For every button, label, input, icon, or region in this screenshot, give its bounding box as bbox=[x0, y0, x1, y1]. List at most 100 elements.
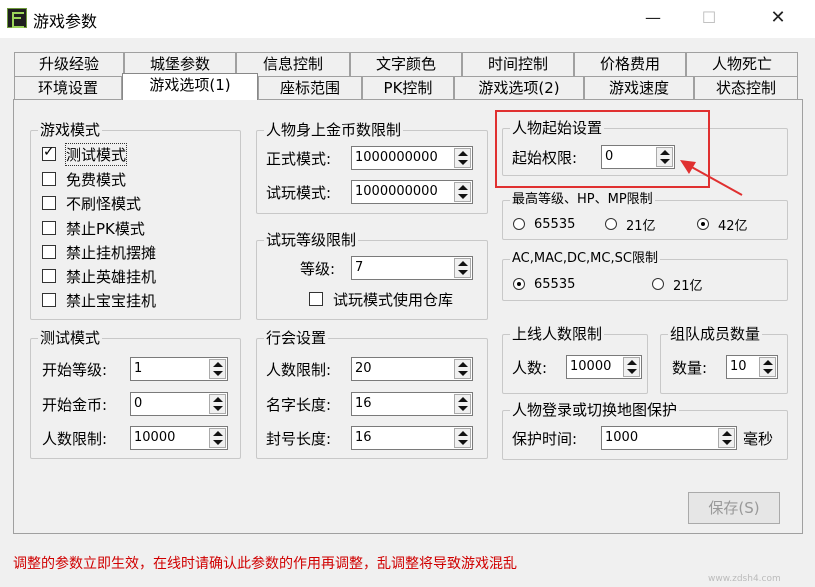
spin-buttons[interactable] bbox=[454, 148, 471, 168]
trial-gold-stepper[interactable]: 1000000000 bbox=[351, 180, 473, 204]
spin-up-icon[interactable] bbox=[627, 360, 637, 365]
trial-gold-value[interactable]: 1000000000 bbox=[355, 183, 438, 201]
close-button[interactable]: ✕ bbox=[755, 0, 801, 38]
spin-buttons[interactable] bbox=[454, 258, 471, 278]
spin-up-icon[interactable] bbox=[213, 397, 223, 402]
formal-gold-value[interactable]: 1000000000 bbox=[355, 149, 438, 167]
formal-gold-stepper[interactable]: 1000000000 bbox=[351, 146, 473, 170]
guild-seal-length-value[interactable]: 16 bbox=[355, 429, 372, 447]
start-level-value[interactable]: 1 bbox=[134, 360, 142, 378]
radio-ac-21yi[interactable]: 21亿 bbox=[652, 273, 703, 295]
spin-buttons[interactable] bbox=[454, 359, 471, 379]
tab-environment[interactable]: 环境设置 bbox=[14, 76, 122, 100]
spin-up-icon[interactable] bbox=[213, 362, 223, 367]
radio-ac-65535[interactable]: 65535 bbox=[513, 273, 575, 295]
maximize-button[interactable]: ☐ bbox=[686, 0, 732, 38]
checkbox-no-hero-afk[interactable]: 禁止英雄挂机 bbox=[42, 265, 156, 287]
radio-button[interactable] bbox=[697, 218, 709, 230]
spin-buttons[interactable] bbox=[209, 394, 226, 414]
radio-button[interactable] bbox=[652, 278, 664, 290]
checkbox-no-pk[interactable]: 禁止PK模式 bbox=[42, 217, 145, 239]
tab-text-color[interactable]: 文字颜色 bbox=[350, 52, 462, 76]
start-gold-value[interactable]: 0 bbox=[134, 395, 142, 413]
spin-buttons[interactable] bbox=[209, 359, 226, 379]
spin-down-icon[interactable] bbox=[458, 371, 468, 376]
spin-down-icon[interactable] bbox=[458, 194, 468, 199]
spin-buttons[interactable] bbox=[454, 428, 471, 448]
tab-price-fees[interactable]: 价格费用 bbox=[574, 52, 686, 76]
team-size-stepper[interactable]: 10 bbox=[726, 355, 778, 379]
tab-status-control[interactable]: 状态控制 bbox=[694, 76, 798, 100]
tab-game-options-2[interactable]: 游戏选项(2) bbox=[454, 76, 584, 100]
checkbox-box[interactable] bbox=[42, 144, 56, 161]
guild-name-length-stepper[interactable]: 16 bbox=[351, 392, 473, 416]
test-limit-stepper[interactable]: 10000 bbox=[130, 426, 228, 450]
spin-buttons[interactable] bbox=[209, 428, 226, 448]
radio-max-42yi[interactable]: 42亿 bbox=[697, 213, 748, 235]
protect-time-value[interactable]: 1000 bbox=[605, 429, 638, 447]
spin-up-icon[interactable] bbox=[763, 360, 773, 365]
spin-down-icon[interactable] bbox=[213, 440, 223, 445]
guild-limit-value[interactable]: 20 bbox=[355, 360, 372, 378]
checkbox-box[interactable] bbox=[42, 245, 56, 259]
checkbox-box[interactable] bbox=[42, 293, 56, 307]
checkbox-box[interactable] bbox=[42, 269, 56, 283]
spin-buttons[interactable] bbox=[454, 394, 471, 414]
online-count-value[interactable]: 10000 bbox=[570, 358, 611, 376]
checkbox-box[interactable] bbox=[42, 196, 56, 210]
tab-coordinate-range[interactable]: 座标范围 bbox=[258, 76, 362, 100]
spin-up-icon[interactable] bbox=[458, 362, 468, 367]
spin-buttons[interactable] bbox=[623, 357, 640, 377]
radio-button[interactable] bbox=[605, 218, 617, 230]
trial-level-value[interactable]: 7 bbox=[355, 259, 363, 277]
spin-up-icon[interactable] bbox=[458, 261, 468, 266]
tab-character-death[interactable]: 人物死亡 bbox=[686, 52, 798, 76]
spin-up-icon[interactable] bbox=[458, 431, 468, 436]
checkbox-no-monster-refresh[interactable]: 不刷怪模式 bbox=[42, 192, 141, 214]
tab-upgrade-exp[interactable]: 升级经验 bbox=[14, 52, 124, 76]
spin-up-icon[interactable] bbox=[458, 151, 468, 156]
team-size-value[interactable]: 10 bbox=[730, 358, 747, 376]
spin-buttons[interactable] bbox=[718, 428, 735, 448]
checkbox-test-mode[interactable]: 测试模式 bbox=[42, 142, 128, 166]
spin-up-icon[interactable] bbox=[458, 397, 468, 402]
checkbox-box[interactable] bbox=[42, 221, 56, 235]
spin-down-icon[interactable] bbox=[213, 406, 223, 411]
checkbox-trial-warehouse[interactable]: 试玩模式使用仓库 bbox=[309, 288, 453, 310]
checkbox-no-pet-afk[interactable]: 禁止宝宝挂机 bbox=[42, 289, 156, 311]
tab-pk-control[interactable]: PK控制 bbox=[362, 76, 454, 100]
tab-time-control[interactable]: 时间控制 bbox=[462, 52, 574, 76]
radio-button[interactable] bbox=[513, 278, 525, 290]
spin-down-icon[interactable] bbox=[458, 160, 468, 165]
spin-down-icon[interactable] bbox=[213, 371, 223, 376]
spin-down-icon[interactable] bbox=[763, 369, 773, 374]
spin-down-icon[interactable] bbox=[458, 406, 468, 411]
radio-max-65535[interactable]: 65535 bbox=[513, 213, 575, 235]
save-button[interactable]: 保存(S) bbox=[688, 492, 780, 524]
start-gold-stepper[interactable]: 0 bbox=[130, 392, 228, 416]
protect-time-stepper[interactable]: 1000 bbox=[601, 426, 737, 450]
spin-down-icon[interactable] bbox=[627, 369, 637, 374]
minimize-button[interactable]: — bbox=[630, 0, 676, 38]
radio-button[interactable] bbox=[513, 218, 525, 230]
checkbox-box[interactable] bbox=[42, 172, 56, 186]
guild-limit-stepper[interactable]: 20 bbox=[351, 357, 473, 381]
start-level-stepper[interactable]: 1 bbox=[130, 357, 228, 381]
trial-level-stepper[interactable]: 7 bbox=[351, 256, 473, 280]
guild-seal-length-stepper[interactable]: 16 bbox=[351, 426, 473, 450]
checkbox-box[interactable] bbox=[309, 292, 323, 306]
spin-down-icon[interactable] bbox=[722, 440, 732, 445]
spin-buttons[interactable] bbox=[759, 357, 776, 377]
spin-buttons[interactable] bbox=[454, 182, 471, 202]
checkbox-no-afk-stall[interactable]: 禁止挂机摆摊 bbox=[42, 241, 156, 263]
spin-up-icon[interactable] bbox=[722, 431, 732, 436]
spin-down-icon[interactable] bbox=[458, 270, 468, 275]
spin-down-icon[interactable] bbox=[458, 440, 468, 445]
spin-up-icon[interactable] bbox=[458, 185, 468, 190]
guild-name-length-value[interactable]: 16 bbox=[355, 395, 372, 413]
test-limit-value[interactable]: 10000 bbox=[134, 429, 175, 447]
checkbox-free-mode[interactable]: 免费模式 bbox=[42, 168, 126, 190]
spin-up-icon[interactable] bbox=[213, 431, 223, 436]
tab-game-speed[interactable]: 游戏速度 bbox=[584, 76, 694, 100]
online-count-stepper[interactable]: 10000 bbox=[566, 355, 642, 379]
